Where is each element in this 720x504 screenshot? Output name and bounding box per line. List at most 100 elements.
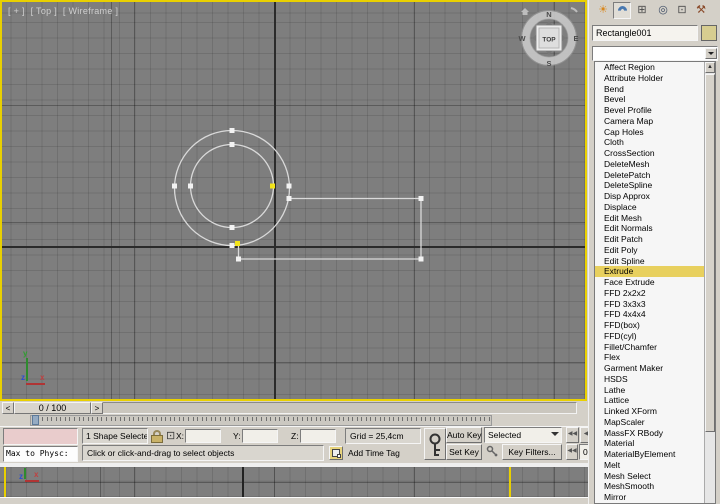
set-key-filters-key-icon[interactable] xyxy=(486,445,500,459)
key-icon xyxy=(429,433,441,445)
trackbar-tick xyxy=(215,417,217,421)
trackbar-ruler[interactable] xyxy=(30,415,492,426)
modifier-item[interactable]: MaterialByElement xyxy=(595,449,704,460)
previous-frame-button[interactable]: < xyxy=(2,402,14,414)
modifier-item[interactable]: Face Extrude xyxy=(595,277,704,288)
trackbar-tick xyxy=(329,417,331,421)
track-bar[interactable] xyxy=(0,415,588,426)
modifier-item[interactable]: FFD(box) xyxy=(595,320,704,331)
modifier-item[interactable]: Camera Map xyxy=(595,116,704,127)
modifier-item[interactable]: Edit Poly xyxy=(595,245,704,256)
modifier-item[interactable]: Attribute Holder xyxy=(595,73,704,84)
modifier-item[interactable]: Mesh Select xyxy=(595,471,704,482)
viewport-front-sliver[interactable]: z x xyxy=(0,467,594,497)
selection-lock-icon[interactable] xyxy=(151,430,163,443)
object-color-swatch[interactable] xyxy=(701,25,717,41)
x-coord-input[interactable] xyxy=(185,429,221,443)
modifier-item[interactable]: Bend xyxy=(595,84,704,95)
set-key-button[interactable]: Set Key xyxy=(446,444,482,460)
viewcube-arrow-down[interactable] xyxy=(546,51,552,55)
modifier-item[interactable]: HSDS xyxy=(595,374,704,385)
tab-display[interactable]: ⊡ xyxy=(673,2,691,19)
trackbar-tick xyxy=(224,417,226,421)
tab-modify[interactable] xyxy=(613,2,631,19)
set-keys-key-button[interactable] xyxy=(424,428,446,460)
modifier-item[interactable]: Edit Spline xyxy=(595,256,704,267)
modifier-item[interactable]: DeleteMesh xyxy=(595,159,704,170)
viewcube-arrow-up[interactable] xyxy=(546,21,552,25)
modifier-item[interactable]: DeleteSpline xyxy=(595,180,704,191)
viewcube-rotate-arrow-icon[interactable] xyxy=(570,7,578,13)
modifier-item[interactable]: FFD(cyl) xyxy=(595,331,704,342)
modifier-item[interactable]: Edit Patch xyxy=(595,234,704,245)
next-frame-button[interactable]: > xyxy=(91,402,103,414)
object-name-field[interactable]: Rectangle001 xyxy=(592,25,698,41)
tab-motion[interactable]: ◎ xyxy=(654,2,672,19)
viewport-top[interactable]: [ + ] [ Top ] [ Wireframe ] TOP N S W E xyxy=(0,0,587,401)
tab-hierarchy[interactable]: ⊞ xyxy=(633,2,651,19)
tab-create[interactable]: ☀ xyxy=(594,2,612,19)
modifier-item[interactable]: Edit Normals xyxy=(595,223,704,234)
modifier-item[interactable]: FFD 4x4x4 xyxy=(595,309,704,320)
viewcube-arrow-right[interactable] xyxy=(562,35,566,41)
scroll-up-arrow[interactable]: ▲ xyxy=(705,62,715,73)
macro-recorder-field[interactable] xyxy=(3,428,78,445)
modifier-item[interactable]: Bevel Profile xyxy=(595,105,704,116)
modifier-item[interactable]: DeletePatch xyxy=(595,170,704,181)
modifier-item[interactable]: Cap Holes xyxy=(595,127,704,138)
modifier-item[interactable]: Flex xyxy=(595,352,704,363)
viewport-menu-general[interactable]: [ + ] xyxy=(8,6,25,16)
modifier-item[interactable]: MassFX RBody xyxy=(595,428,704,439)
viewcube-east-label[interactable]: E xyxy=(573,34,578,43)
viewcube-west-label[interactable]: W xyxy=(518,34,526,43)
modifier-item[interactable]: Edit Mesh xyxy=(595,213,704,224)
modifier-item[interactable]: Bevel xyxy=(595,94,704,105)
y-coord-input[interactable] xyxy=(242,429,278,443)
modifier-item[interactable]: FFD 3x3x3 xyxy=(595,299,704,310)
modifier-item[interactable]: Linked XForm xyxy=(595,406,704,417)
modifier-item[interactable]: MapScaler xyxy=(595,417,704,428)
key-filters-button[interactable]: Key Filters... xyxy=(502,444,562,460)
modifier-list: Affect Region Attribute Holder Bend Bevel Be… xyxy=(595,62,704,503)
modifier-item[interactable]: MeshSmooth xyxy=(595,481,704,492)
modifier-item[interactable]: Extrude xyxy=(595,266,704,277)
modifier-item[interactable]: FFD 2x2x2 xyxy=(595,288,704,299)
modifier-list-scrollbar[interactable]: ▲ xyxy=(704,62,715,503)
viewcube-south-label[interactable]: S xyxy=(546,59,551,68)
viewcube-home-icon[interactable] xyxy=(521,8,529,15)
viewport-menu-shading[interactable]: [ Wireframe ] xyxy=(63,6,118,16)
viewcube-north-label[interactable]: N xyxy=(546,10,551,19)
isolate-selection-toggle-icon[interactable] xyxy=(329,446,343,460)
modifier-item[interactable]: Garment Maker xyxy=(595,363,704,374)
modifier-item[interactable]: Material xyxy=(595,438,704,449)
time-slider-thumb[interactable]: 0 / 100 xyxy=(14,402,91,414)
modifier-combo-arrow-button[interactable] xyxy=(705,48,717,59)
modifier-item[interactable]: Cloth xyxy=(595,137,704,148)
viewport-menu-pov[interactable]: [ Top ] xyxy=(31,6,57,16)
modifier-item[interactable]: Disp Approx xyxy=(595,191,704,202)
modifier-item[interactable]: Mirror xyxy=(595,492,704,503)
bottom-edge-bar xyxy=(0,497,592,504)
modifier-list-dropdown[interactable] xyxy=(592,46,718,61)
modifier-item[interactable]: Affect Region xyxy=(595,62,704,73)
go-to-start-button[interactable]: ◀◀ xyxy=(566,427,579,443)
modifier-item[interactable]: Fillet/Chamfer xyxy=(595,342,704,353)
trackbar-tick xyxy=(238,417,240,421)
modifier-item[interactable]: Lathe xyxy=(595,385,704,396)
modifier-item[interactable]: Lattice xyxy=(595,395,704,406)
key-mode-dropdown[interactable]: Selected xyxy=(484,427,562,443)
maxscript-listener-field[interactable]: Max to Physc: xyxy=(3,446,78,462)
tab-utilities[interactable]: ⚒ xyxy=(692,2,710,19)
scrollbar-thumb[interactable] xyxy=(705,74,715,432)
viewcube[interactable]: TOP N S W E xyxy=(515,4,583,70)
modifier-item[interactable]: Displace xyxy=(595,202,704,213)
z-coord-input[interactable] xyxy=(300,429,336,443)
trackbar-tick xyxy=(479,417,481,421)
modifier-item[interactable]: Melt xyxy=(595,460,704,471)
modifier-item[interactable]: CrossSection xyxy=(595,148,704,159)
viewcube-arrow-left[interactable] xyxy=(532,35,536,41)
auto-key-button[interactable]: Auto Key xyxy=(446,427,482,443)
previous-key-button[interactable]: ◀◀ xyxy=(566,444,578,460)
add-time-tag[interactable]: Add Time Tag xyxy=(348,448,400,458)
current-frame-marker[interactable] xyxy=(32,415,39,425)
